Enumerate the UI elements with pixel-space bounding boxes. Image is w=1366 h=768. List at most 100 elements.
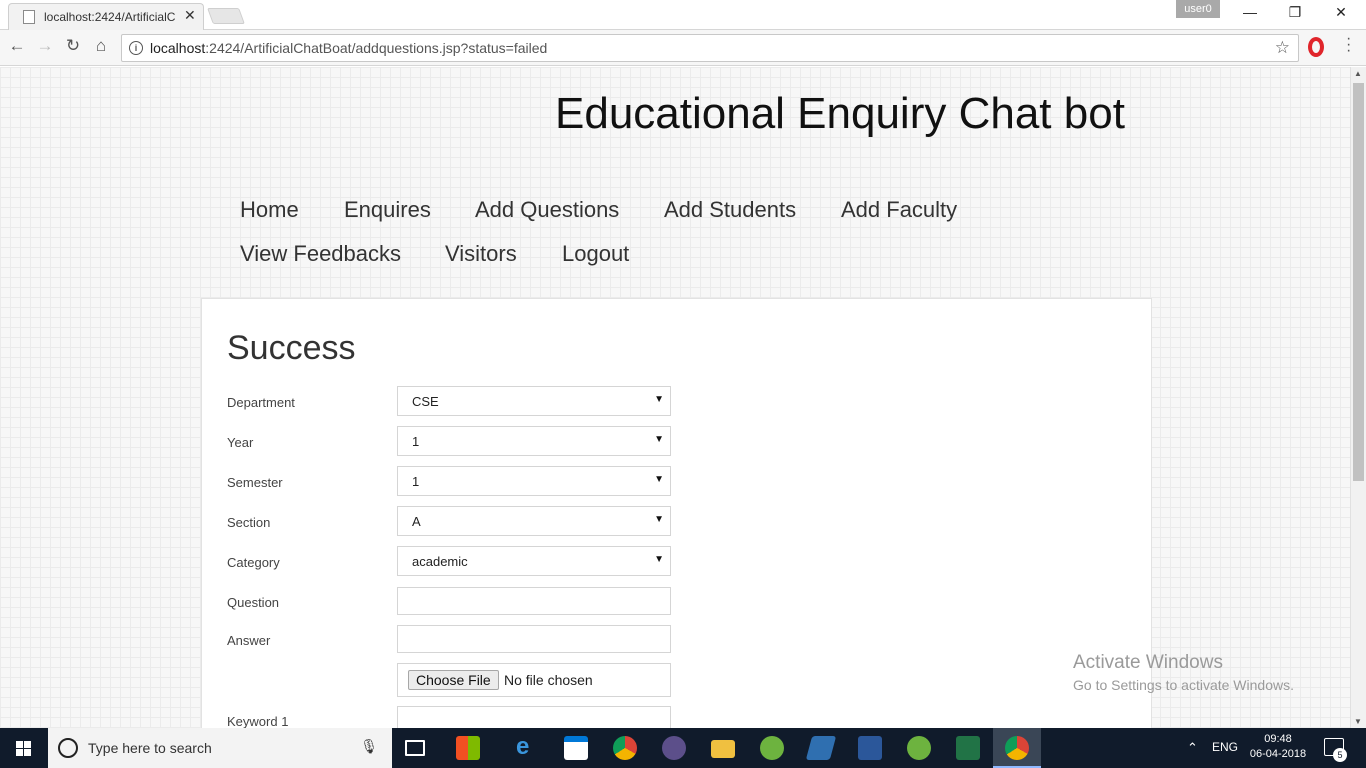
url-path: :2424/ArtificialChatBoat/addquestions.js…	[205, 40, 548, 56]
dropdown-arrow-icon: ▼	[654, 554, 664, 565]
task-view-icon[interactable]	[405, 740, 425, 756]
nav-add-faculty[interactable]: Add Faculty	[841, 197, 957, 223]
spring-tool-icon[interactable]	[760, 736, 784, 760]
browser-menu-icon[interactable]: · · ·	[1346, 31, 1351, 59]
spring-tool-icon-2[interactable]	[907, 736, 931, 760]
windows-logo-icon-part	[16, 749, 23, 756]
search-placeholder: Type here to search	[88, 740, 212, 756]
file-explorer-icon[interactable]	[711, 740, 735, 758]
year-value: 1	[412, 434, 420, 449]
clock-date: 06-04-2018	[1249, 748, 1307, 760]
department-value: CSE	[412, 394, 439, 409]
nav-visitors[interactable]: Visitors	[445, 241, 517, 267]
section-label: Section	[227, 515, 271, 530]
language-indicator[interactable]: ENG	[1212, 740, 1238, 754]
keyword1-label: Keyword 1	[227, 714, 289, 728]
category-value: academic	[412, 554, 468, 569]
activate-windows-subtitle: Go to Settings to activate Windows.	[1073, 677, 1294, 693]
close-tab-icon[interactable]: ✕	[184, 7, 196, 24]
chrome-icon	[1005, 736, 1029, 760]
mysql-workbench-icon[interactable]	[805, 736, 837, 760]
browser-tab[interactable]: localhost:2424/ArtificialC ✕	[8, 3, 204, 30]
year-select[interactable]: 1 ▼	[397, 426, 671, 456]
dropdown-arrow-icon: ▼	[654, 434, 664, 445]
back-arrow-icon[interactable]: ←	[6, 36, 28, 56]
cortana-icon	[58, 738, 78, 758]
microphone-icon[interactable]: 🎙	[360, 738, 378, 755]
add-question-form: Success Department CSE ▼ Year 1 ▼ Semest…	[201, 298, 1152, 728]
minimize-icon[interactable]: —	[1240, 4, 1260, 20]
semester-label: Semester	[227, 475, 283, 490]
question-label: Question	[227, 595, 280, 610]
semester-value: 1	[412, 474, 420, 489]
info-icon[interactable]: i	[129, 41, 143, 55]
active-chrome-task[interactable]	[993, 728, 1041, 768]
year-label: Year	[227, 435, 254, 450]
category-label: Category	[227, 555, 280, 570]
reload-icon[interactable]: ↻	[62, 36, 84, 56]
start-button[interactable]	[0, 728, 48, 768]
department-select[interactable]: CSE ▼	[397, 386, 671, 416]
choose-file-button[interactable]: Choose File	[408, 670, 499, 690]
nav-view-feedbacks[interactable]: View Feedbacks	[240, 241, 401, 267]
taskbar-search[interactable]: Type here to search 🎙	[48, 728, 392, 768]
tab-title: localhost:2424/ArtificialC	[44, 10, 176, 24]
section-value: A	[412, 514, 421, 529]
windows-taskbar: Type here to search 🎙 e ⌃ ENG 09:48 06-0…	[0, 728, 1366, 768]
file-status: No file chosen	[504, 672, 593, 688]
nav-logout[interactable]: Logout	[562, 241, 629, 267]
section-select[interactable]: A ▼	[397, 506, 671, 536]
restore-icon[interactable]: ❐	[1285, 4, 1305, 21]
system-clock[interactable]: 09:48 06-04-2018	[1248, 732, 1308, 762]
scroll-thumb[interactable]	[1353, 83, 1364, 481]
forward-arrow-icon[interactable]: →	[34, 36, 56, 56]
semester-select[interactable]: 1 ▼	[397, 466, 671, 496]
address-bar[interactable]: i localhost:2424/ArtificialChatBoat/addq…	[121, 34, 1299, 62]
dropdown-arrow-icon: ▼	[654, 394, 664, 405]
keyword1-input[interactable]	[397, 706, 671, 728]
file-upload[interactable]: Choose File No file chosen	[397, 663, 671, 697]
word-icon[interactable]	[858, 736, 882, 760]
bookmark-star-icon[interactable]: ☆	[1275, 38, 1290, 58]
dropdown-arrow-icon: ▼	[654, 474, 664, 485]
answer-input[interactable]	[397, 625, 671, 653]
new-tab-button[interactable]	[207, 8, 245, 24]
store-tiles-icon[interactable]	[456, 736, 480, 760]
browser-toolbar: ← → ↻ ⌂ i localhost:2424/ArtificialChatB…	[0, 30, 1366, 66]
close-window-icon[interactable]: ✕	[1331, 4, 1351, 21]
eclipse-icon[interactable]	[662, 736, 686, 760]
home-icon[interactable]: ⌂	[90, 36, 112, 56]
site-title: Educational Enquiry Chat bot	[555, 89, 1125, 138]
clock-time: 09:48	[1264, 733, 1292, 745]
url-host: localhost	[150, 40, 206, 56]
browser-tabstrip: localhost:2424/ArtificialC ✕ user0 — ❐ ✕	[0, 0, 1366, 30]
answer-label: Answer	[227, 633, 271, 648]
scroll-down-icon[interactable]: ▼	[1354, 717, 1362, 726]
edge-browser-icon[interactable]: e	[516, 733, 540, 760]
url-text[interactable]: localhost:2424/ArtificialChatBoat/addque…	[150, 40, 547, 56]
nav-add-questions[interactable]: Add Questions	[475, 197, 619, 223]
profile-badge[interactable]: user0	[1176, 0, 1220, 18]
chrome-icon[interactable]	[613, 736, 637, 760]
windows-logo-icon-part	[24, 741, 31, 748]
activate-windows-title: Activate Windows	[1073, 652, 1223, 673]
notification-count: 5	[1333, 748, 1347, 762]
show-hidden-icons[interactable]: ⌃	[1187, 740, 1198, 756]
nav-home[interactable]: Home	[240, 197, 299, 223]
nav-add-students[interactable]: Add Students	[664, 197, 796, 223]
opera-extension-icon[interactable]	[1308, 37, 1324, 57]
department-label: Department	[227, 395, 295, 410]
form-heading: Success	[227, 329, 356, 367]
page-scrollbar[interactable]: ▲ ▼	[1350, 67, 1366, 728]
question-input[interactable]	[397, 587, 671, 615]
page-content: Educational Enquiry Chat bot Home Enquir…	[0, 67, 1350, 728]
nav-enquires[interactable]: Enquires	[344, 197, 431, 223]
store-bag-icon[interactable]	[564, 736, 588, 760]
page-icon	[23, 10, 35, 24]
windows-logo-icon-part	[24, 749, 31, 756]
category-select[interactable]: academic ▼	[397, 546, 671, 576]
scroll-up-icon[interactable]: ▲	[1354, 69, 1362, 78]
dropdown-arrow-icon: ▼	[654, 514, 664, 525]
windows-logo-icon	[16, 741, 23, 748]
excel-icon[interactable]	[956, 736, 980, 760]
